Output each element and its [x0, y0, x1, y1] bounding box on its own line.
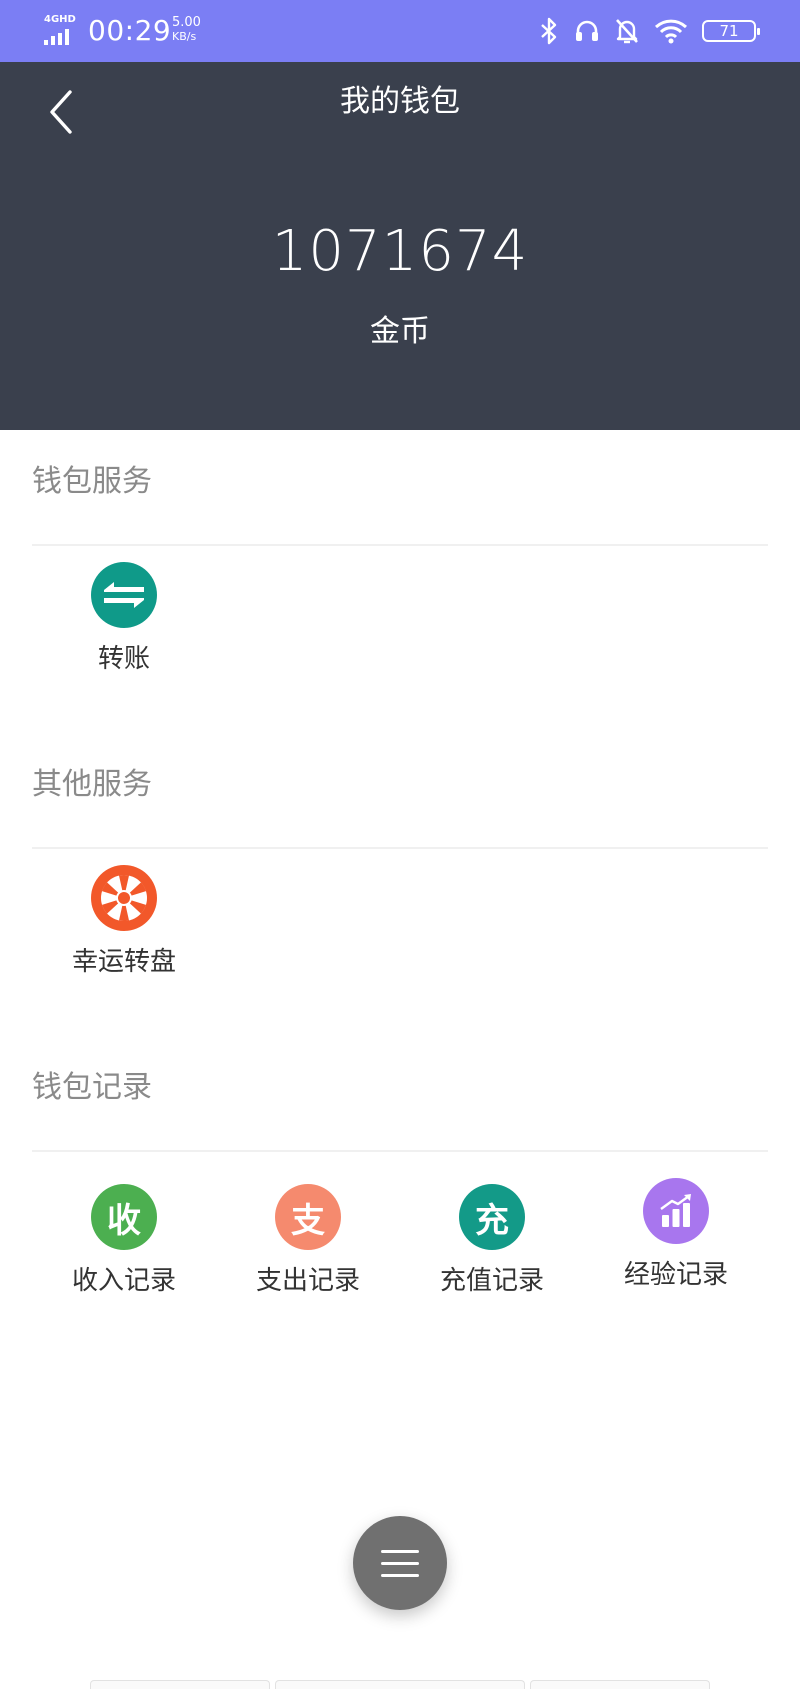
network-speed-value: 5.00 — [172, 15, 201, 30]
menu-icon-line — [381, 1573, 419, 1577]
recharge-icon: 充 — [459, 1184, 525, 1250]
network-type: 4GHD — [44, 14, 76, 25]
page-title: 我的钱包 — [340, 84, 460, 119]
experience-records-label: 经验记录 — [623, 1260, 728, 1290]
transfer-label: 转账 — [97, 644, 150, 674]
bluetooth-icon — [541, 17, 557, 45]
status-bar: 4GHD 00:29 5.00 KB/s 71 — [0, 0, 800, 62]
network-speed-unit: KB/s — [172, 30, 197, 43]
expense-glyph: 支 — [291, 1200, 325, 1241]
cellular-signal-icon: 4GHD — [44, 15, 78, 45]
income-records-label: 收入记录 — [71, 1266, 176, 1296]
divider — [32, 544, 768, 546]
section-title: 钱包记录 — [32, 1070, 152, 1105]
coin-unit-label: 金币 — [370, 314, 430, 349]
expense-records-button[interactable]: 支 支出记录 — [216, 1184, 400, 1298]
network-speed: 5.00 KB/s — [172, 16, 201, 44]
tab-edge — [275, 1680, 525, 1689]
income-records-button[interactable]: 收 收入记录 — [32, 1184, 216, 1298]
divider — [32, 1150, 768, 1152]
divider — [32, 847, 768, 849]
recharge-glyph: 充 — [475, 1200, 509, 1241]
battery-icon: 71 — [702, 20, 760, 42]
lucky-wheel-button[interactable]: 幸运转盘 — [32, 865, 216, 979]
wheel-icon — [91, 865, 157, 931]
bar-chart-icon — [643, 1178, 709, 1244]
experience-records-button[interactable]: 经验记录 — [584, 1178, 768, 1298]
bell-off-icon — [616, 19, 638, 44]
tab-edge — [90, 1680, 270, 1689]
income-icon: 收 — [91, 1184, 157, 1250]
menu-icon-line — [381, 1561, 419, 1565]
transfer-icon — [91, 562, 157, 628]
wallet-header: 我的钱包 1071674 金币 — [0, 62, 800, 430]
battery-level: 71 — [719, 22, 739, 40]
recharge-records-button[interactable]: 充 充值记录 — [400, 1184, 584, 1298]
section-title: 其他服务 — [32, 767, 152, 802]
tab-edge — [530, 1680, 710, 1689]
transfer-button[interactable]: 转账 — [32, 562, 216, 676]
menu-icon-line — [381, 1549, 419, 1553]
headset-icon — [576, 20, 598, 41]
wifi-icon — [654, 19, 688, 44]
income-glyph: 收 — [107, 1200, 141, 1241]
status-time: 00:29 — [88, 14, 172, 47]
floating-menu-button[interactable] — [353, 1516, 447, 1610]
lucky-wheel-label: 幸运转盘 — [71, 947, 176, 977]
bottom-tab-edge — [0, 1680, 800, 1689]
expense-icon: 支 — [275, 1184, 341, 1250]
coin-balance: 1071674 — [271, 219, 529, 284]
expense-records-label: 支出记录 — [255, 1266, 360, 1296]
section-title: 钱包服务 — [32, 464, 152, 499]
recharge-records-label: 充值记录 — [439, 1266, 544, 1296]
